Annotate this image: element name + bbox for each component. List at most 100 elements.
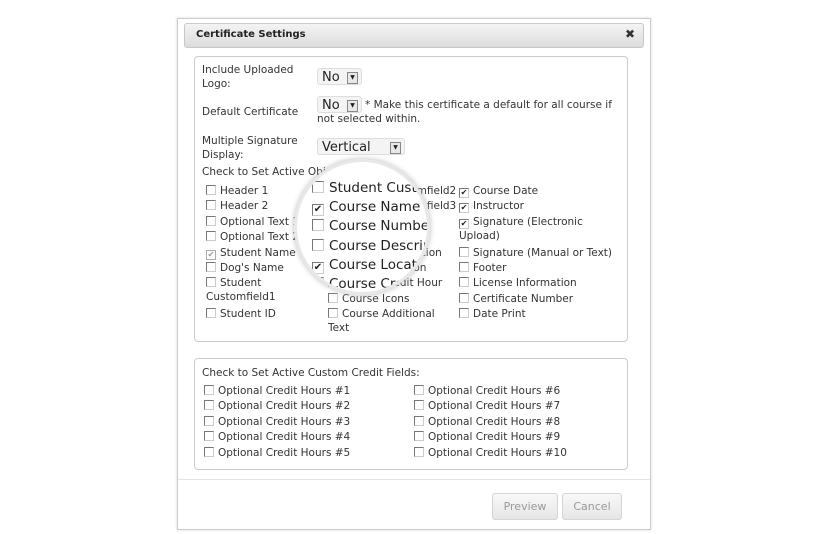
checkbox-icon[interactable] (312, 181, 324, 193)
magnified-object-checkbox[interactable]: ✔ Course Location (312, 257, 427, 274)
checkbox-label: Optional Credit Hours #7 (428, 400, 561, 413)
checkbox-icon[interactable] (414, 385, 424, 395)
object-checkbox[interactable]: Optional Text 1 (206, 215, 299, 229)
checkbox-icon[interactable] (328, 292, 338, 303)
magnified-object-checkbox[interactable]: Course Credit Hour (312, 276, 427, 292)
checkbox-label: Student ID (220, 308, 276, 321)
checkbox-icon[interactable] (206, 215, 216, 226)
checkbox-icon[interactable] (206, 231, 216, 242)
credit-checkbox[interactable]: Optional Credit Hours #8 (414, 415, 560, 429)
checkbox-icon[interactable] (206, 308, 216, 319)
checkbox-label: Optional Credit Hours #2 (218, 400, 351, 413)
object-checkbox[interactable]: Student ID (206, 307, 276, 321)
checkbox-icon[interactable] (414, 431, 424, 442)
checkbox-label: Header 1 (220, 185, 269, 197)
checkbox-label: Optional Text 1 (220, 215, 299, 228)
object-checkbox[interactable]: License Information (459, 276, 577, 290)
dialog-title: Certificate Settings (196, 29, 306, 40)
logo-select[interactable]: No ▼ (317, 68, 362, 85)
checkbox-icon[interactable] (459, 262, 469, 272)
object-checkbox[interactable]: ✔ Course Date (459, 184, 538, 198)
object-checkbox[interactable]: Header 2 (206, 199, 268, 213)
checkbox-checked-icon[interactable]: ✔ (312, 261, 324, 274)
credit-checkbox[interactable]: Optional Credit Hours #1 (204, 384, 350, 398)
magnified-object-checkbox[interactable]: Course Description (312, 238, 427, 254)
credit-checkbox[interactable]: Optional Credit Hours #3 (204, 415, 350, 429)
object-checkbox[interactable]: Course Additional Text (328, 307, 443, 335)
object-checkbox[interactable]: Course Icons (328, 292, 409, 306)
checkbox-icon[interactable] (414, 446, 424, 457)
checkbox-icon[interactable] (312, 238, 324, 251)
logo-label: Include Uploaded Logo: (202, 64, 294, 90)
checkbox-icon[interactable] (328, 308, 338, 319)
object-checkbox[interactable]: ✔ Instructor (459, 199, 524, 214)
object-checkbox[interactable]: Header 1 (206, 184, 268, 198)
credit-checkbox[interactable]: Optional Credit Hours #2 (204, 399, 350, 413)
credit-checkbox[interactable]: Optional Credit Hours #5 (204, 446, 350, 460)
checkbox-icon[interactable] (459, 246, 469, 257)
checkbox-icon[interactable] (206, 185, 216, 195)
dropdown-arrow-icon: ▼ (347, 72, 358, 84)
checkbox-label: Optional Credit Hours #8 (428, 415, 561, 428)
checkbox-icon[interactable] (312, 219, 324, 232)
checkbox-checked-icon[interactable]: ✔ (459, 218, 469, 229)
object-checkbox[interactable]: Student Customfield1 (206, 276, 306, 304)
checkbox-checked-icon[interactable]: ✔ (459, 203, 469, 214)
checkbox-icon[interactable] (204, 385, 214, 395)
checkbox-checked-icon[interactable]: ✔ (459, 188, 469, 198)
checkbox-icon[interactable] (459, 277, 469, 288)
checkbox-icon[interactable] (312, 277, 324, 289)
checkbox-label: Dog's Name (220, 262, 284, 274)
checkbox-label: Signature (Manual or Text) (473, 246, 612, 259)
checkbox-icon[interactable] (459, 292, 469, 303)
credit-checkbox[interactable]: Optional Credit Hours #10 (414, 446, 567, 460)
checkbox-checked-icon[interactable]: ✔ (312, 204, 324, 217)
checkbox-label: Optional Credit Hours #10 (428, 446, 567, 459)
magnified-object-checkbox[interactable]: Student Customfield2 (312, 180, 427, 196)
credit-checkbox[interactable]: Optional Credit Hours #6 (414, 384, 560, 398)
magnified-object-checkbox[interactable]: ✔ Course Name (312, 199, 421, 217)
close-icon[interactable]: ✖ (625, 27, 635, 41)
credit-checkbox[interactable]: Optional Credit Hours #9 (414, 430, 560, 444)
object-checkbox[interactable]: Footer (459, 261, 506, 275)
checkbox-icon[interactable] (459, 308, 469, 319)
object-checkbox[interactable]: ✔ Student Name (206, 246, 296, 260)
object-checkbox[interactable]: Date Print (459, 307, 526, 321)
cancel-button[interactable]: Cancel (562, 493, 622, 520)
checkbox-label: Course Description (329, 237, 427, 254)
checkbox-icon[interactable] (204, 415, 214, 426)
object-checkbox[interactable]: ✔ Signature (Electronic Upload) (459, 215, 609, 243)
checkbox-label: Course Location (329, 256, 427, 273)
checkbox-icon[interactable] (414, 415, 424, 426)
checkbox-label: Course Icons (342, 292, 410, 305)
object-checkbox[interactable]: Optional Text 2 (206, 230, 299, 244)
checkbox-icon[interactable] (204, 400, 214, 411)
checkbox-label: Course Additional Text (328, 308, 435, 335)
checkbox-icon[interactable] (414, 400, 424, 411)
magnifier-lens: Student Customfield2 ✔ Course Name Course N… (297, 162, 427, 292)
object-checkbox[interactable]: Certificate Number (459, 292, 573, 306)
checkbox-label: Course Credit Hour (329, 276, 427, 292)
preview-button[interactable]: Preview (492, 493, 558, 520)
checkbox-checked-icon[interactable]: ✔ (206, 249, 216, 260)
checkbox-icon[interactable] (204, 431, 214, 442)
checkbox-icon[interactable] (206, 277, 216, 288)
signature-label: Multiple Signature Display: (202, 135, 298, 161)
checkbox-label: Header 2 (220, 200, 269, 213)
certificate-settings-dialog: Certificate Settings ✖ Include Uploaded … (177, 18, 651, 530)
object-checkbox[interactable]: Signature (Manual or Text) (459, 246, 612, 260)
checkbox-label: Course Name (329, 199, 421, 216)
checkbox-label: Signature (Electronic Upload) (459, 215, 583, 242)
magnified-object-checkbox[interactable]: Course Number (312, 218, 427, 234)
checkbox-label: Footer (473, 262, 507, 274)
credit-checkbox[interactable]: Optional Credit Hours #7 (414, 399, 560, 413)
credit-checkbox[interactable]: Optional Credit Hours #4 (204, 430, 350, 444)
checkbox-label: Certificate Number (473, 292, 574, 305)
checkbox-label: Optional Credit Hours #1 (218, 385, 351, 397)
checkbox-icon[interactable] (206, 200, 216, 211)
checkbox-icon[interactable] (204, 446, 214, 457)
checkbox-label: Student Customfield1 (206, 277, 276, 304)
signature-select[interactable]: Vertical ▼ (317, 138, 405, 155)
checkbox-icon[interactable] (206, 262, 216, 272)
object-checkbox[interactable]: Dog's Name (206, 261, 284, 275)
